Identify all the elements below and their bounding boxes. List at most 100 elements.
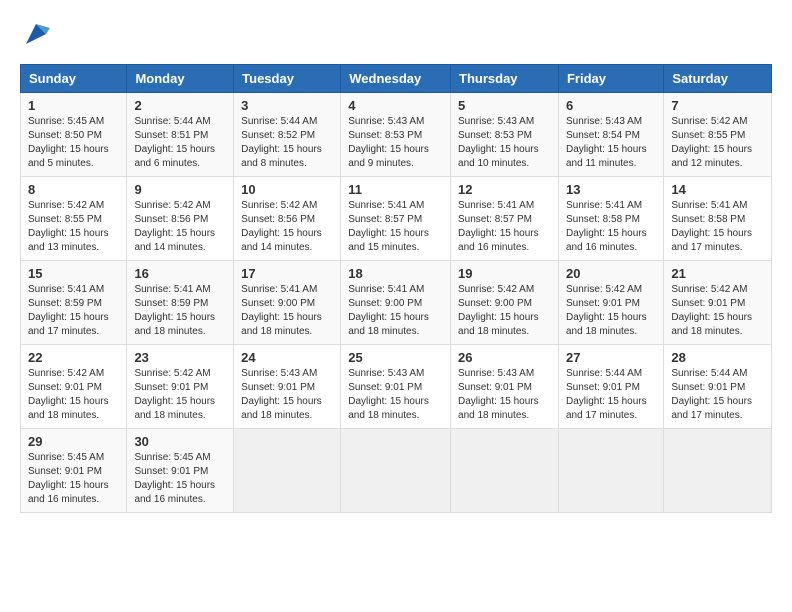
- day-info: Sunrise: 5:44 AMSunset: 8:51 PMDaylight:…: [134, 116, 215, 169]
- day-info: Sunrise: 5:43 AMSunset: 9:01 PMDaylight:…: [458, 368, 539, 421]
- day-info: Sunrise: 5:42 AMSunset: 8:55 PMDaylight:…: [28, 200, 109, 253]
- calendar-table: SundayMondayTuesdayWednesdayThursdayFrid…: [20, 64, 772, 513]
- logo: [20, 20, 50, 48]
- header-sunday: Sunday: [21, 65, 127, 93]
- calendar-cell: 10 Sunrise: 5:42 AMSunset: 8:56 PMDaylig…: [234, 177, 341, 261]
- day-info: Sunrise: 5:42 AMSunset: 8:56 PMDaylight:…: [134, 200, 215, 253]
- calendar-cell: 3 Sunrise: 5:44 AMSunset: 8:52 PMDayligh…: [234, 93, 341, 177]
- day-info: Sunrise: 5:45 AMSunset: 9:01 PMDaylight:…: [134, 452, 215, 505]
- day-info: Sunrise: 5:42 AMSunset: 9:01 PMDaylight:…: [28, 368, 109, 421]
- calendar-cell: 4 Sunrise: 5:43 AMSunset: 8:53 PMDayligh…: [341, 93, 451, 177]
- day-info: Sunrise: 5:42 AMSunset: 9:01 PMDaylight:…: [566, 284, 647, 337]
- calendar-cell: 19 Sunrise: 5:42 AMSunset: 9:00 PMDaylig…: [451, 261, 559, 345]
- day-info: Sunrise: 5:42 AMSunset: 8:56 PMDaylight:…: [241, 200, 322, 253]
- calendar-cell: 8 Sunrise: 5:42 AMSunset: 8:55 PMDayligh…: [21, 177, 127, 261]
- day-info: Sunrise: 5:44 AMSunset: 9:01 PMDaylight:…: [566, 368, 647, 421]
- day-info: Sunrise: 5:43 AMSunset: 9:01 PMDaylight:…: [241, 368, 322, 421]
- day-number: 19: [458, 266, 551, 281]
- calendar-cell: 1 Sunrise: 5:45 AMSunset: 8:50 PMDayligh…: [21, 93, 127, 177]
- day-number: 6: [566, 98, 656, 113]
- day-info: Sunrise: 5:41 AMSunset: 9:00 PMDaylight:…: [348, 284, 429, 337]
- calendar-cell: 30 Sunrise: 5:45 AMSunset: 9:01 PMDaylig…: [127, 429, 234, 513]
- day-number: 16: [134, 266, 226, 281]
- calendar-cell: 27 Sunrise: 5:44 AMSunset: 9:01 PMDaylig…: [558, 345, 663, 429]
- calendar-cell: 22 Sunrise: 5:42 AMSunset: 9:01 PMDaylig…: [21, 345, 127, 429]
- calendar-cell: 11 Sunrise: 5:41 AMSunset: 8:57 PMDaylig…: [341, 177, 451, 261]
- logo-icon: [22, 20, 50, 48]
- calendar-cell: 28 Sunrise: 5:44 AMSunset: 9:01 PMDaylig…: [664, 345, 772, 429]
- day-info: Sunrise: 5:43 AMSunset: 9:01 PMDaylight:…: [348, 368, 429, 421]
- header-wednesday: Wednesday: [341, 65, 451, 93]
- day-number: 30: [134, 434, 226, 449]
- day-info: Sunrise: 5:42 AMSunset: 9:00 PMDaylight:…: [458, 284, 539, 337]
- calendar-cell: 16 Sunrise: 5:41 AMSunset: 8:59 PMDaylig…: [127, 261, 234, 345]
- day-number: 23: [134, 350, 226, 365]
- calendar-cell: 23 Sunrise: 5:42 AMSunset: 9:01 PMDaylig…: [127, 345, 234, 429]
- day-info: Sunrise: 5:41 AMSunset: 8:57 PMDaylight:…: [458, 200, 539, 253]
- day-number: 27: [566, 350, 656, 365]
- day-number: 8: [28, 182, 119, 197]
- day-number: 9: [134, 182, 226, 197]
- calendar-cell: 12 Sunrise: 5:41 AMSunset: 8:57 PMDaylig…: [451, 177, 559, 261]
- day-number: 1: [28, 98, 119, 113]
- calendar-header-row: SundayMondayTuesdayWednesdayThursdayFrid…: [21, 65, 772, 93]
- calendar-cell: 18 Sunrise: 5:41 AMSunset: 9:00 PMDaylig…: [341, 261, 451, 345]
- day-number: 4: [348, 98, 443, 113]
- header-saturday: Saturday: [664, 65, 772, 93]
- day-info: Sunrise: 5:42 AMSunset: 8:55 PMDaylight:…: [671, 116, 752, 169]
- day-number: 24: [241, 350, 333, 365]
- day-number: 15: [28, 266, 119, 281]
- calendar-cell: 7 Sunrise: 5:42 AMSunset: 8:55 PMDayligh…: [664, 93, 772, 177]
- calendar-cell: 29 Sunrise: 5:45 AMSunset: 9:01 PMDaylig…: [21, 429, 127, 513]
- day-number: 21: [671, 266, 764, 281]
- calendar-cell: 9 Sunrise: 5:42 AMSunset: 8:56 PMDayligh…: [127, 177, 234, 261]
- day-info: Sunrise: 5:43 AMSunset: 8:53 PMDaylight:…: [348, 116, 429, 169]
- calendar-cell: 2 Sunrise: 5:44 AMSunset: 8:51 PMDayligh…: [127, 93, 234, 177]
- calendar-week-1: 1 Sunrise: 5:45 AMSunset: 8:50 PMDayligh…: [21, 93, 772, 177]
- header-friday: Friday: [558, 65, 663, 93]
- header-thursday: Thursday: [451, 65, 559, 93]
- calendar-cell: 6 Sunrise: 5:43 AMSunset: 8:54 PMDayligh…: [558, 93, 663, 177]
- calendar-cell: 15 Sunrise: 5:41 AMSunset: 8:59 PMDaylig…: [21, 261, 127, 345]
- calendar-cell: 20 Sunrise: 5:42 AMSunset: 9:01 PMDaylig…: [558, 261, 663, 345]
- calendar-week-4: 22 Sunrise: 5:42 AMSunset: 9:01 PMDaylig…: [21, 345, 772, 429]
- calendar-cell: 13 Sunrise: 5:41 AMSunset: 8:58 PMDaylig…: [558, 177, 663, 261]
- day-info: Sunrise: 5:43 AMSunset: 8:53 PMDaylight:…: [458, 116, 539, 169]
- calendar-cell: 26 Sunrise: 5:43 AMSunset: 9:01 PMDaylig…: [451, 345, 559, 429]
- calendar-cell: 25 Sunrise: 5:43 AMSunset: 9:01 PMDaylig…: [341, 345, 451, 429]
- header-tuesday: Tuesday: [234, 65, 341, 93]
- day-number: 3: [241, 98, 333, 113]
- day-info: Sunrise: 5:44 AMSunset: 8:52 PMDaylight:…: [241, 116, 322, 169]
- calendar-cell: [664, 429, 772, 513]
- day-number: 5: [458, 98, 551, 113]
- day-info: Sunrise: 5:43 AMSunset: 8:54 PMDaylight:…: [566, 116, 647, 169]
- page-header: [20, 20, 772, 48]
- calendar-cell: 24 Sunrise: 5:43 AMSunset: 9:01 PMDaylig…: [234, 345, 341, 429]
- day-info: Sunrise: 5:41 AMSunset: 9:00 PMDaylight:…: [241, 284, 322, 337]
- day-info: Sunrise: 5:42 AMSunset: 9:01 PMDaylight:…: [134, 368, 215, 421]
- day-number: 13: [566, 182, 656, 197]
- calendar-cell: [451, 429, 559, 513]
- day-info: Sunrise: 5:42 AMSunset: 9:01 PMDaylight:…: [671, 284, 752, 337]
- day-info: Sunrise: 5:41 AMSunset: 8:57 PMDaylight:…: [348, 200, 429, 253]
- day-info: Sunrise: 5:41 AMSunset: 8:58 PMDaylight:…: [671, 200, 752, 253]
- day-number: 12: [458, 182, 551, 197]
- day-info: Sunrise: 5:41 AMSunset: 8:58 PMDaylight:…: [566, 200, 647, 253]
- day-number: 2: [134, 98, 226, 113]
- header-monday: Monday: [127, 65, 234, 93]
- day-info: Sunrise: 5:44 AMSunset: 9:01 PMDaylight:…: [671, 368, 752, 421]
- calendar-cell: 21 Sunrise: 5:42 AMSunset: 9:01 PMDaylig…: [664, 261, 772, 345]
- day-number: 14: [671, 182, 764, 197]
- calendar-cell: 14 Sunrise: 5:41 AMSunset: 8:58 PMDaylig…: [664, 177, 772, 261]
- day-number: 11: [348, 182, 443, 197]
- day-info: Sunrise: 5:45 AMSunset: 9:01 PMDaylight:…: [28, 452, 109, 505]
- day-number: 17: [241, 266, 333, 281]
- calendar-cell: [234, 429, 341, 513]
- day-number: 28: [671, 350, 764, 365]
- calendar-cell: 5 Sunrise: 5:43 AMSunset: 8:53 PMDayligh…: [451, 93, 559, 177]
- calendar-cell: [558, 429, 663, 513]
- calendar-cell: [341, 429, 451, 513]
- day-number: 18: [348, 266, 443, 281]
- calendar-week-5: 29 Sunrise: 5:45 AMSunset: 9:01 PMDaylig…: [21, 429, 772, 513]
- calendar-week-3: 15 Sunrise: 5:41 AMSunset: 8:59 PMDaylig…: [21, 261, 772, 345]
